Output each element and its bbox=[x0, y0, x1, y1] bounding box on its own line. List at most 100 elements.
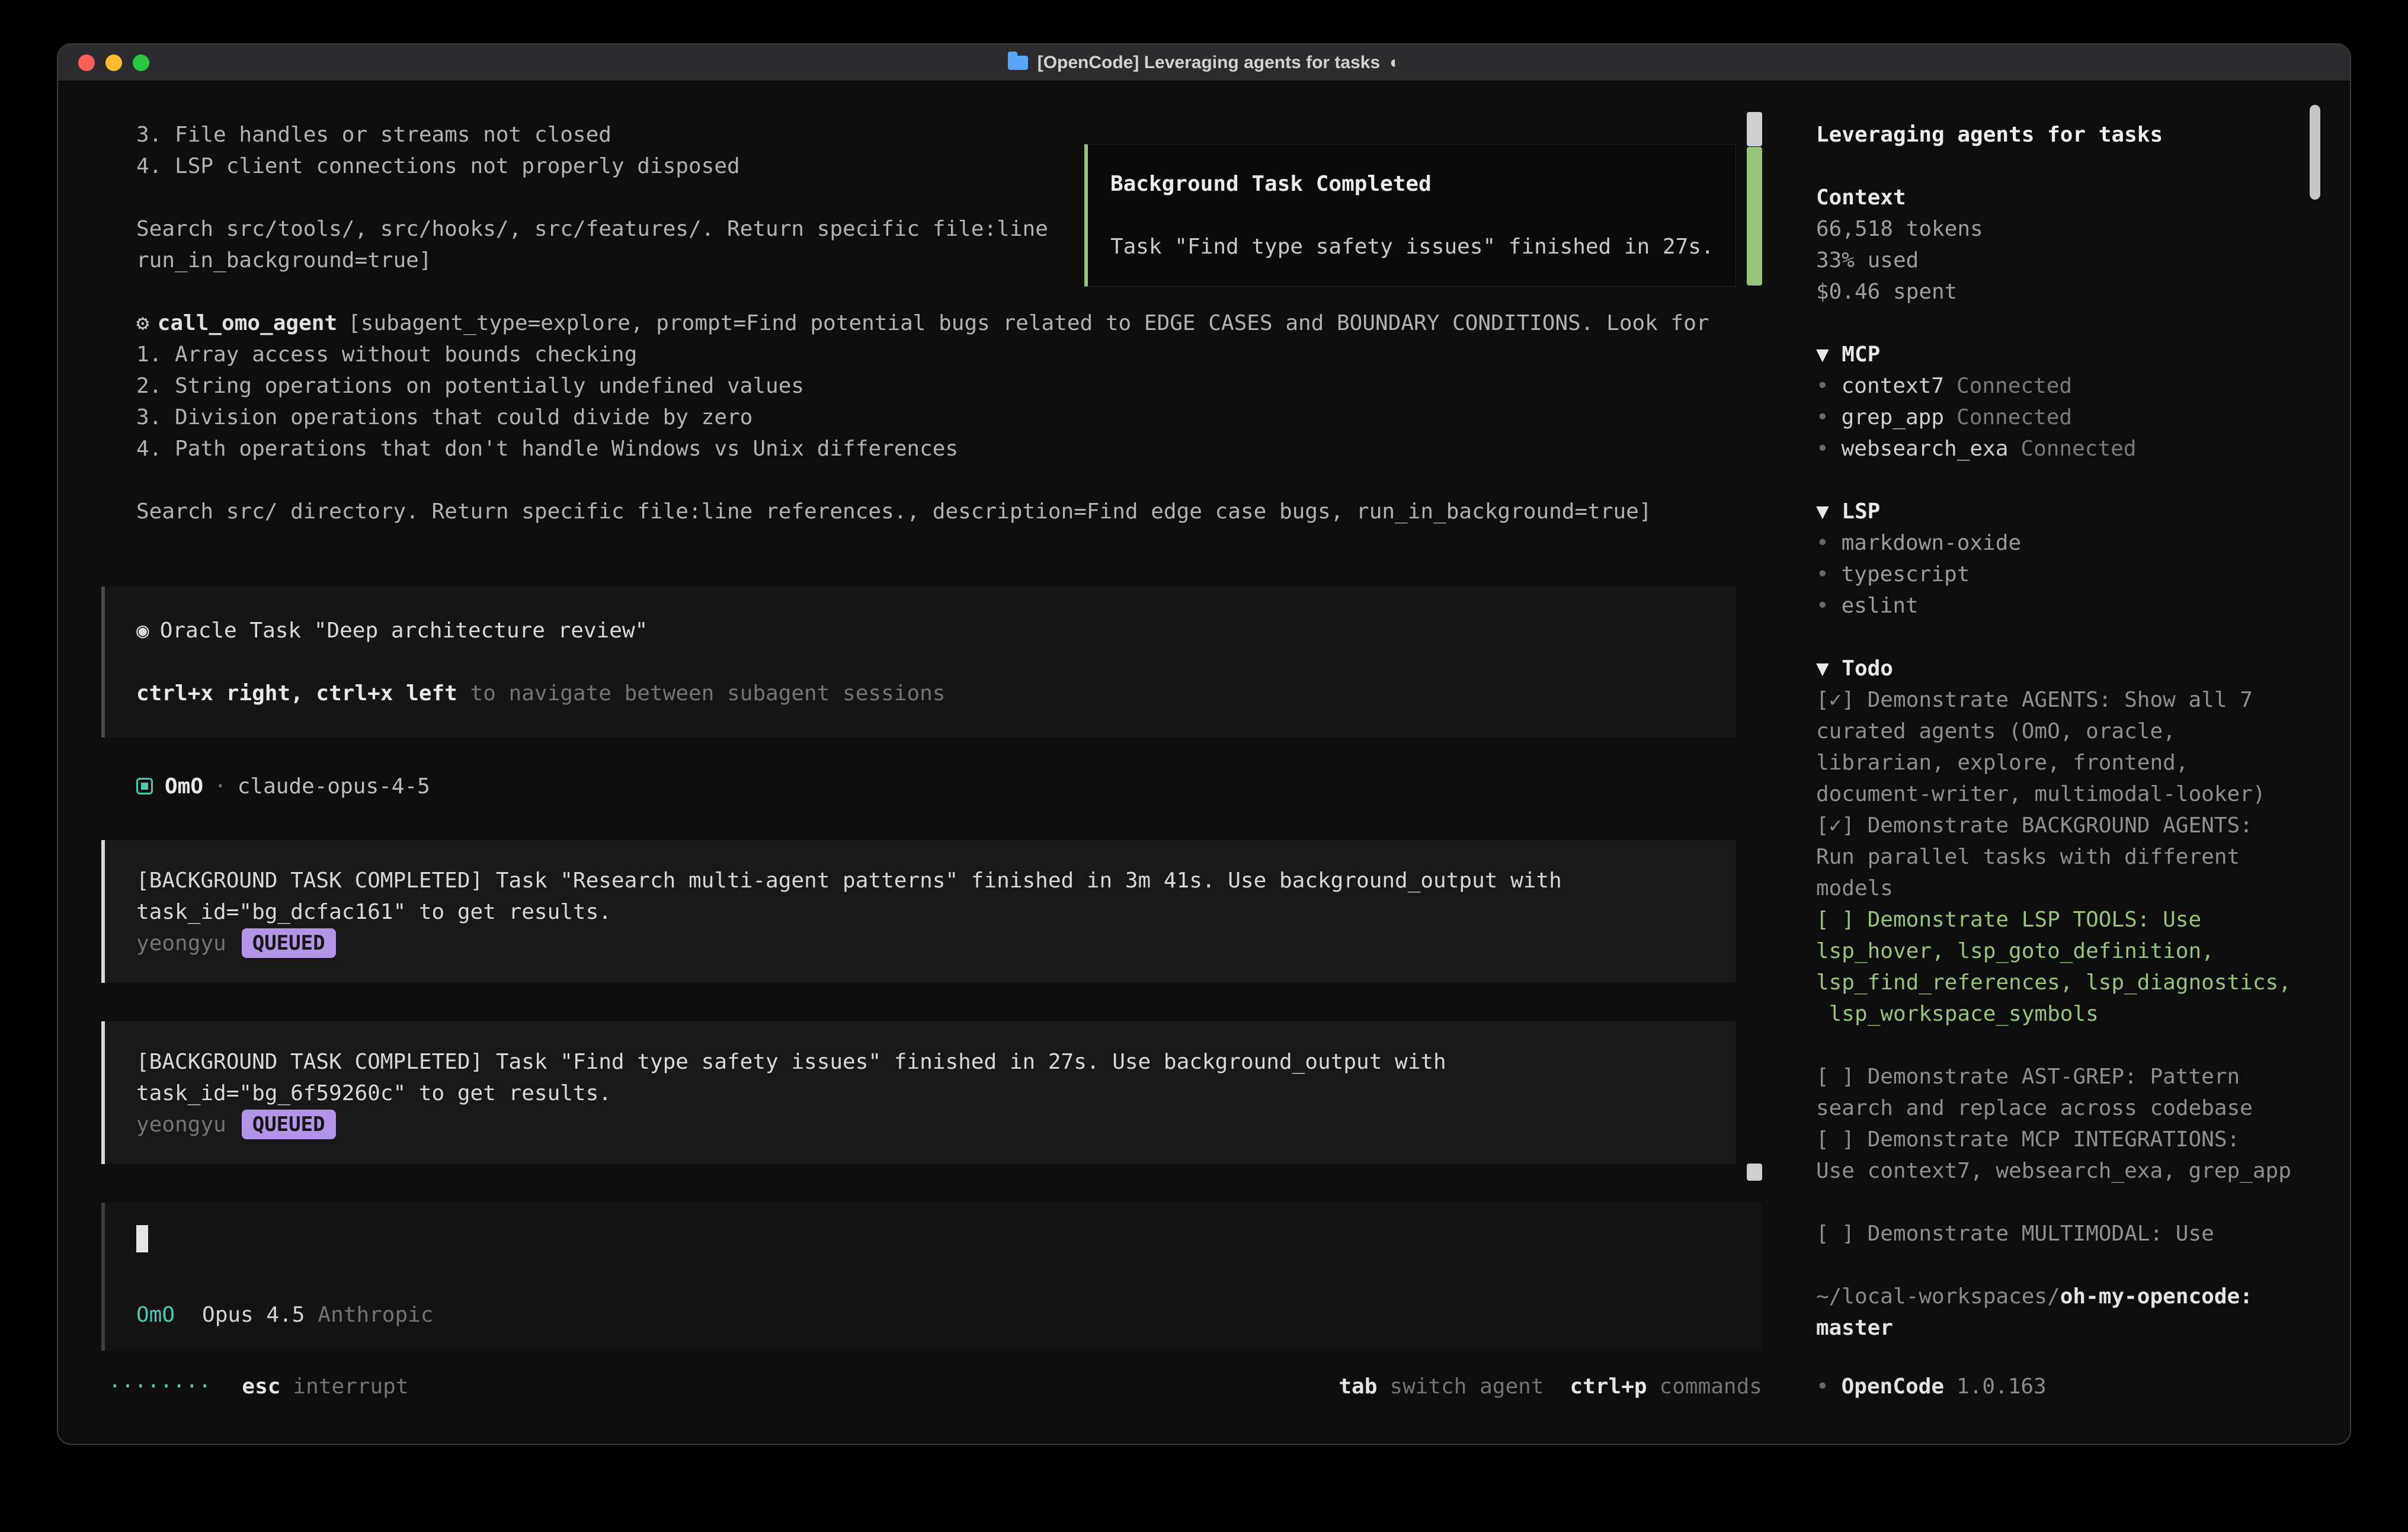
main-scrollbar-highlight bbox=[1747, 147, 1762, 286]
oracle-task-panel: ◉Oracle Task "Deep architecture review" … bbox=[101, 586, 1736, 738]
input-provider: Anthropic bbox=[318, 1303, 433, 1327]
spacer bbox=[1816, 464, 2350, 496]
lsp-item: •eslint bbox=[1816, 590, 2350, 621]
agent-header: OmO · claude-opus-4-5 bbox=[136, 771, 1793, 802]
target-icon: ◉ bbox=[136, 618, 149, 643]
interrupt-label: interrupt bbox=[293, 1371, 408, 1402]
log-line: 2. String operations on potentially unde… bbox=[58, 370, 1793, 402]
shortcut-hint: ctrl+x right, ctrl+x left to navigate be… bbox=[136, 678, 1724, 709]
window-title-group: [OpenCode] Leveraging agents for tasks ◐ bbox=[1008, 53, 1401, 73]
main-pane: 3. File handles or streams not closed 4.… bbox=[58, 81, 1793, 1444]
spacer bbox=[58, 464, 1793, 496]
log-line: 4. Path operations that don't handle Win… bbox=[58, 433, 1793, 464]
bullet-icon: • bbox=[1816, 374, 1829, 398]
tool-call-line: ⚙ call_omo_agent [subagent_type=explore, p… bbox=[58, 307, 1793, 339]
input-agent-name: OmO bbox=[136, 1303, 175, 1327]
bullet-icon: • bbox=[1816, 405, 1829, 430]
todo-section-heading[interactable]: ▼ Todo bbox=[1816, 653, 2350, 684]
spacer bbox=[1816, 621, 2350, 653]
agent-name: OmO bbox=[165, 774, 203, 799]
bullet-icon: • bbox=[1816, 562, 1829, 586]
prompt-input[interactable]: OmO Opus 4.5 Anthropic bbox=[101, 1203, 1762, 1351]
context-heading: Context bbox=[1816, 182, 2350, 213]
shortcut-keys: ctrl+x right, ctrl+x left bbox=[136, 681, 457, 706]
half-circle-icon: ◐ bbox=[1389, 53, 1400, 73]
switch-agent-label: switch agent bbox=[1389, 1371, 1544, 1402]
message-author: yeongyu bbox=[136, 931, 226, 956]
todo-item-pending: [ ] Demonstrate AST-GREP: Pattern search… bbox=[1816, 1061, 2302, 1124]
message-footer: yeongyu QUEUED bbox=[136, 1109, 1724, 1140]
message-author: yeongyu bbox=[136, 1113, 226, 1137]
todo-item-done: [✓] Demonstrate AGENTS: Show all 7 curat… bbox=[1816, 684, 2302, 810]
sidebar-scrollbar-thumb[interactable] bbox=[2310, 105, 2320, 200]
bullet-icon: • bbox=[1816, 531, 1829, 555]
folder-icon bbox=[1008, 56, 1028, 70]
mcp-section-heading[interactable]: ▼ MCP bbox=[1816, 339, 2350, 370]
spacer bbox=[136, 646, 1724, 678]
message-line: [BACKGROUND TASK COMPLETED] Task "Resear… bbox=[136, 865, 1724, 896]
sidebar-footer: •OpenCode1.0.163 bbox=[1816, 1371, 2350, 1402]
input-model-name: Opus 4.5 bbox=[202, 1303, 305, 1327]
status-shortcuts: tab switch agent ctrl+p commands bbox=[1339, 1371, 1762, 1402]
lsp-section-heading[interactable]: ▼ LSP bbox=[1816, 496, 2350, 527]
bullet-icon: • bbox=[1816, 1374, 1829, 1399]
queued-badge: QUEUED bbox=[242, 1110, 336, 1139]
tool-name: call_omo_agent bbox=[158, 311, 337, 335]
mcp-item: •grep_appConnected bbox=[1816, 402, 2350, 433]
mcp-item: •context7Connected bbox=[1816, 370, 2350, 402]
todo-item-pending: [ ] Demonstrate MCP INTEGRATIONS: Use co… bbox=[1816, 1124, 2302, 1187]
message-line: task_id="bg_dcfac161" to get results. bbox=[136, 896, 1724, 928]
separator-dot: · bbox=[214, 774, 227, 799]
traffic-lights bbox=[78, 44, 149, 81]
ctrlp-key: ctrl+p bbox=[1570, 1371, 1647, 1402]
app-name: OpenCode bbox=[1842, 1374, 1944, 1399]
main-scrollbar-thumb[interactable] bbox=[1747, 112, 1762, 146]
context-spent: $0.46 spent bbox=[1816, 276, 2350, 307]
commands-label: commands bbox=[1660, 1371, 1762, 1402]
model-row: OmO Opus 4.5 Anthropic bbox=[136, 1299, 1750, 1331]
context-tokens: 66,518 tokens bbox=[1816, 213, 2350, 245]
branch-name: master bbox=[1816, 1312, 2350, 1344]
spacer bbox=[1816, 150, 2350, 182]
oracle-task-title: ◉Oracle Task "Deep architecture review" bbox=[136, 615, 1724, 646]
message-line: task_id="bg_6f59260c" to get results. bbox=[136, 1078, 1724, 1109]
content-area: 3. File handles or streams not closed 4.… bbox=[58, 81, 2350, 1444]
esc-key: esc bbox=[242, 1371, 280, 1402]
session-title: Leveraging agents for tasks bbox=[1816, 119, 2350, 150]
zoom-button[interactable] bbox=[133, 55, 149, 71]
message-card: [BACKGROUND TASK COMPLETED] Task "Resear… bbox=[101, 840, 1736, 983]
message-line: [BACKGROUND TASK COMPLETED] Task "Find t… bbox=[136, 1046, 1724, 1078]
tab-key: tab bbox=[1339, 1371, 1377, 1402]
bullet-icon: • bbox=[1816, 437, 1829, 461]
workspace-path: ~/local-workspaces/oh-my-opencode: bbox=[1816, 1281, 2350, 1312]
log-line: 3. Division operations that could divide… bbox=[58, 402, 1793, 433]
agent-checkbox-icon bbox=[136, 778, 153, 794]
spacer bbox=[1110, 200, 1724, 231]
context-used: 33% used bbox=[1816, 245, 2350, 276]
close-button[interactable] bbox=[78, 55, 95, 71]
status-bar: ········ esc interrupt tab switch agent … bbox=[58, 1371, 1793, 1402]
minimize-button[interactable] bbox=[105, 55, 122, 71]
log-line: 1. Array access without bounds checking bbox=[58, 339, 1793, 370]
cursor-row bbox=[136, 1225, 1750, 1258]
todo-item-pending: [ ] Demonstrate MULTIMODAL: Use bbox=[1816, 1218, 2302, 1249]
main-scrollbar-thumb[interactable] bbox=[1747, 1164, 1762, 1181]
todo-item-active: [ ] Demonstrate LSP TOOLS: Use lsp_hover… bbox=[1816, 904, 2302, 1030]
tool-args: [subagent_type=explore, prompt=Find pote… bbox=[348, 311, 1709, 335]
notification-body: Task "Find type safety issues" finished … bbox=[1110, 231, 1724, 262]
window-title: [OpenCode] Leveraging agents for tasks bbox=[1038, 53, 1380, 73]
spacer bbox=[1816, 307, 2350, 339]
notification-title: Background Task Completed bbox=[1110, 168, 1724, 200]
agent-model: claude-opus-4-5 bbox=[238, 774, 430, 799]
sidebar: Leveraging agents for tasks Context 66,5… bbox=[1793, 81, 2350, 1444]
gear-icon: ⚙ bbox=[136, 311, 149, 335]
queued-badge: QUEUED bbox=[242, 928, 336, 958]
message-footer: yeongyu QUEUED bbox=[136, 928, 1724, 959]
spinner-dots: ········ bbox=[108, 1371, 211, 1402]
mcp-item: •websearch_exaConnected bbox=[1816, 433, 2350, 464]
shortcut-description: to navigate between subagent sessions bbox=[457, 681, 946, 706]
lsp-item: •markdown-oxide bbox=[1816, 527, 2350, 559]
app-window: [OpenCode] Leveraging agents for tasks ◐… bbox=[57, 43, 2351, 1445]
titlebar: [OpenCode] Leveraging agents for tasks ◐ bbox=[58, 44, 2350, 81]
notification-toast: Background Task Completed Task "Find typ… bbox=[1084, 144, 1736, 287]
